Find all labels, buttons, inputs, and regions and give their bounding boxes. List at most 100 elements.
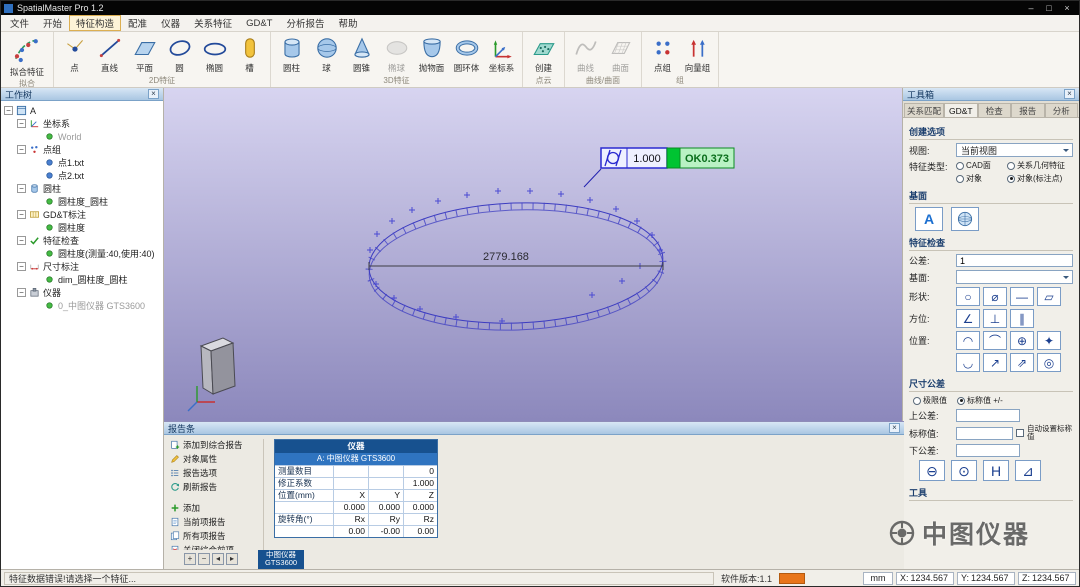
tree-item[interactable]: − 点2.txt: [1, 169, 163, 182]
lower-tolerance-input[interactable]: [956, 444, 1020, 457]
angularity-icon[interactable]: ∠: [956, 309, 980, 328]
menu-item[interactable]: 帮助: [332, 15, 365, 31]
parallelism-icon[interactable]: ∥: [1010, 309, 1034, 328]
profile-surface-icon[interactable]: ◠: [956, 331, 980, 350]
auto-nominal-checkbox[interactable]: [1016, 429, 1024, 437]
tree-item[interactable]: − 特征检查: [1, 234, 163, 247]
tree-item[interactable]: − 点1.txt: [1, 156, 163, 169]
toolbox-tab[interactable]: GD&T: [944, 103, 978, 117]
ellipsoid-button[interactable]: 椭球: [379, 33, 414, 74]
tree-expander-icon[interactable]: −: [4, 106, 13, 115]
line-button[interactable]: 直线: [92, 33, 127, 74]
point-profile-icon[interactable]: ✦: [1037, 331, 1061, 350]
viewport-canvas[interactable]: 2779.168 1.000 OK0.373: [164, 88, 904, 421]
position-icon[interactable]: ⊕: [1010, 331, 1034, 350]
flatness-icon[interactable]: ▱: [1037, 287, 1061, 306]
tree-item[interactable]: − 圆柱度_圆柱: [1, 195, 163, 208]
toolbox-tab[interactable]: 报告: [1011, 103, 1045, 117]
fit-feature-button[interactable]: 拟合特征: [4, 33, 50, 78]
tree-expander-icon[interactable]: −: [17, 119, 26, 128]
tree-item[interactable]: − 圆柱度(测量:40,使用:40): [1, 247, 163, 260]
menu-item[interactable]: 配准: [121, 15, 154, 31]
tree-expander-icon[interactable]: −: [17, 145, 26, 154]
perpendicularity-icon[interactable]: ⊥: [983, 309, 1007, 328]
curve-button[interactable]: 曲线: [568, 33, 603, 74]
tree-expander-icon[interactable]: −: [17, 184, 26, 193]
tree-item[interactable]: − dim_圆柱度_圆柱: [1, 273, 163, 286]
object-properties-button[interactable]: 对象属性: [170, 453, 260, 465]
paraboloid-button[interactable]: 抛物面: [414, 33, 449, 74]
total-runout-icon[interactable]: ⇗: [1010, 353, 1034, 372]
feature-type-object-radio[interactable]: 对象: [956, 173, 1004, 184]
sphere-button[interactable]: 球: [309, 33, 344, 74]
instrument-tab[interactable]: 中图仪器 GTS3600: [258, 550, 304, 569]
ellipse-button[interactable]: 椭圆: [197, 33, 232, 74]
circled-dot-tolerance-icon[interactable]: ⊙: [951, 460, 977, 481]
report-zoom-out-button[interactable]: −: [198, 553, 210, 565]
profile-line-icon[interactable]: ⌒: [983, 331, 1007, 350]
tree-item[interactable]: − A: [1, 104, 163, 117]
feature-type-cad-face-radio[interactable]: CAD面: [956, 160, 1004, 171]
width-tolerance-icon[interactable]: H: [983, 460, 1009, 481]
torus-button[interactable]: 圆环体: [449, 33, 484, 74]
menu-item[interactable]: 文件: [3, 15, 36, 31]
close-button[interactable]: ×: [1058, 2, 1076, 14]
tree-item[interactable]: − World: [1, 130, 163, 143]
view-select[interactable]: 当前视图: [956, 143, 1073, 157]
toolbox-tab[interactable]: 关系匹配: [904, 103, 944, 117]
radio-icon[interactable]: [956, 162, 964, 170]
circularity-icon[interactable]: ○: [956, 287, 980, 306]
menu-item[interactable]: 仪器: [154, 15, 187, 31]
limit-values-radio[interactable]: 极限值: [913, 395, 947, 406]
slot-button[interactable]: 槽: [232, 33, 267, 74]
radio-icon[interactable]: [956, 175, 964, 183]
datum-sphere-button[interactable]: [951, 207, 979, 231]
cylinder-button[interactable]: 圆柱: [274, 33, 309, 74]
angle-tolerance-icon[interactable]: ⊿: [1015, 460, 1041, 481]
concentricity-icon[interactable]: ◎: [1037, 353, 1061, 372]
menu-item[interactable]: GD&T: [239, 15, 279, 31]
cone-button[interactable]: 圆锥: [344, 33, 379, 74]
tree-item[interactable]: − 坐标系: [1, 117, 163, 130]
arc-icon[interactable]: ◡: [956, 353, 980, 372]
menu-item[interactable]: 分析报告: [279, 15, 331, 31]
nominal-plus-minus-radio[interactable]: 标称值 +/-: [957, 395, 1003, 406]
datum-select[interactable]: [956, 270, 1073, 284]
minimize-button[interactable]: –: [1022, 2, 1040, 14]
menu-item[interactable]: 特征构造: [69, 15, 121, 31]
add-button[interactable]: 添加: [170, 502, 260, 514]
tree-item[interactable]: − 0_中图仪器 GTS3600: [1, 299, 163, 312]
report-zoom-in-button[interactable]: +: [184, 553, 196, 565]
tree-expander-icon[interactable]: −: [17, 210, 26, 219]
tree-item[interactable]: − 仪器: [1, 286, 163, 299]
add-to-summary-report-button[interactable]: 添加到综合报告: [170, 439, 260, 451]
radio-icon[interactable]: [1007, 162, 1015, 170]
all-items-report-button[interactable]: 所有项报告: [170, 530, 260, 542]
tree-expander-icon[interactable]: −: [17, 288, 26, 297]
diameter-tolerance-icon[interactable]: ⊖: [919, 460, 945, 481]
straightness-icon[interactable]: —: [1010, 287, 1034, 306]
menu-item[interactable]: 关系特征: [187, 15, 239, 31]
work-tree-close-icon[interactable]: ×: [148, 89, 159, 99]
vector-group-button[interactable]: 向量组: [680, 33, 715, 74]
radio-icon[interactable]: [1007, 175, 1015, 183]
tree-item[interactable]: − GD&T标注: [1, 208, 163, 221]
report-options-button[interactable]: 报告选项: [170, 467, 260, 479]
toolbox-tab[interactable]: 分析: [1045, 103, 1079, 117]
radio-icon[interactable]: [957, 397, 965, 405]
feature-type-object-points-radio[interactable]: 对象(标注点): [1007, 173, 1073, 184]
tree-expander-icon[interactable]: −: [17, 236, 26, 245]
viewport-3d[interactable]: 2779.168 1.000 OK0.373: [164, 88, 904, 421]
circular-runout-icon[interactable]: ↗: [983, 353, 1007, 372]
report-next-button[interactable]: ▸: [226, 553, 238, 565]
surface-button[interactable]: 曲面: [603, 33, 638, 74]
report-prev-button[interactable]: ◂: [212, 553, 224, 565]
toolbox-tab[interactable]: 检查: [978, 103, 1012, 117]
circle-button[interactable]: 圆: [162, 33, 197, 74]
tree-expander-icon[interactable]: −: [17, 262, 26, 271]
datum-a-button[interactable]: A: [915, 207, 943, 231]
refresh-report-button[interactable]: 刷新报告: [170, 481, 260, 493]
create-pointcloud-button[interactable]: 创建: [526, 33, 561, 74]
upper-tolerance-input[interactable]: [956, 409, 1020, 422]
report-bar-close-icon[interactable]: ×: [889, 423, 900, 433]
